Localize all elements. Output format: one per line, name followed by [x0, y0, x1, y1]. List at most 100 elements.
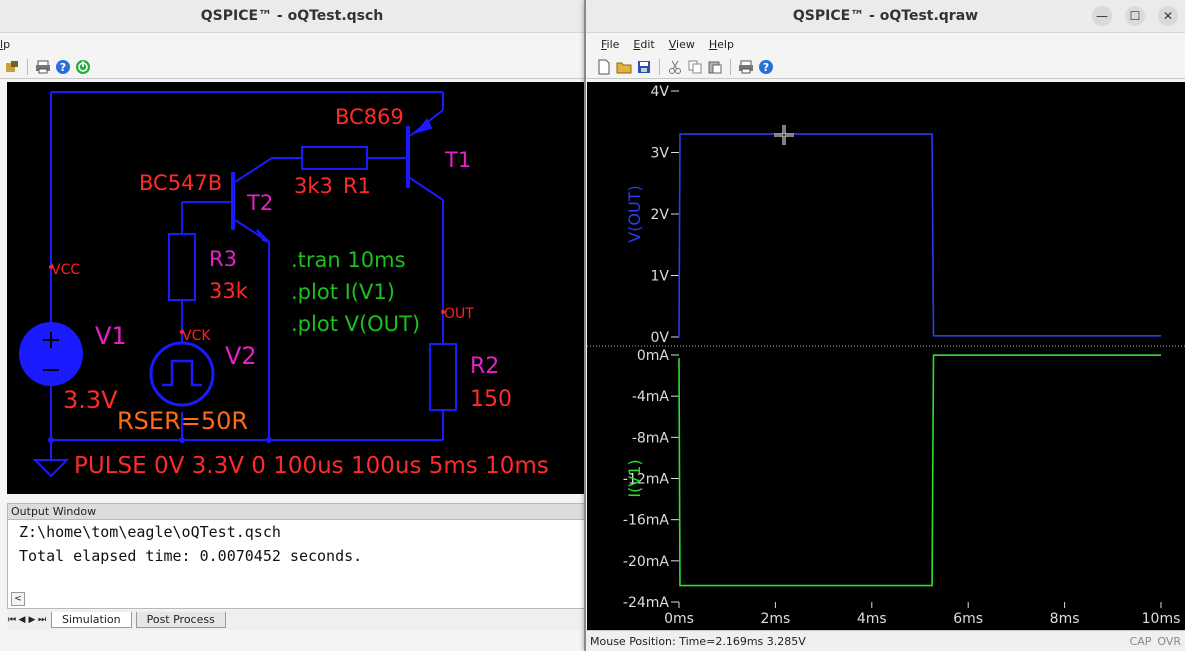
- directive-plot-current: .plot I(V1): [291, 280, 395, 304]
- svg-text:?: ?: [60, 61, 66, 74]
- output-line: Z:\home\tom\eagle\oQTest.qsch: [19, 523, 281, 541]
- ovr-indicator: OVR: [1157, 634, 1181, 648]
- tab-first-icon[interactable]: ⏮: [7, 615, 17, 625]
- y-axis-label[interactable]: I(V1): [625, 459, 644, 497]
- r3-resistor[interactable]: [168, 233, 196, 301]
- open-folder-icon[interactable]: [616, 59, 632, 75]
- y-tick-label: -8mA: [632, 430, 670, 446]
- r2-value-label: 150: [470, 387, 512, 412]
- v2-pulse-label: PULSE 0V 3.3V 0 100us 100us 5ms 10ms: [74, 453, 549, 479]
- series-line[interactable]: [678, 354, 1161, 587]
- y-tick-label: 0V: [651, 330, 670, 346]
- scroll-left-button[interactable]: <: [11, 592, 25, 606]
- t1-transistor[interactable]: [406, 109, 444, 201]
- schematic-menubar: lp: [0, 33, 584, 55]
- copy-icon[interactable]: [687, 59, 703, 75]
- waveform-plot-area[interactable]: 0V 1V 2V 3V 4V V(OUT) 0mA -4mA -8mA -12mA -16mA -2…: [587, 82, 1185, 630]
- x-tick-label: 4ms: [857, 611, 887, 627]
- toolbar-separator: [27, 58, 28, 75]
- y-tick-label: -16mA: [623, 513, 670, 529]
- v2-ref-label: V2: [225, 342, 257, 370]
- tab-simulation[interactable]: Simulation: [51, 612, 132, 628]
- tab-next-icon[interactable]: ▶: [27, 615, 37, 625]
- waveform-window: QSPICE™ - oQTest.qraw — ☐ ✕ File Edit Vi…: [585, 0, 1185, 651]
- menu-view[interactable]: View: [662, 38, 702, 51]
- t1-ref-label: T1: [444, 148, 471, 172]
- toolbar-separator: [659, 58, 660, 75]
- tab-last-icon[interactable]: ⏭: [37, 615, 47, 625]
- directive-tran: .tran 10ms: [291, 248, 406, 272]
- schematic-toolbar: ?: [0, 55, 584, 79]
- cap-indicator: CAP: [1129, 634, 1152, 648]
- maximize-button[interactable]: ☐: [1125, 6, 1145, 26]
- t2-ref-label: T2: [246, 191, 273, 215]
- r1-ref-label: R1: [343, 174, 371, 198]
- tab-post-process[interactable]: Post Process: [135, 612, 226, 628]
- menu-help[interactable]: Help: [702, 38, 741, 51]
- output-tabs: ⏮ ◀ ▶ ⏭ Simulation Post Process: [7, 610, 584, 630]
- x-tick-label: 2ms: [760, 611, 790, 627]
- out-net-label: OUT: [444, 306, 474, 322]
- output-window-title: Output Window: [8, 504, 584, 520]
- v2-rser-label: RSER=50R: [117, 407, 248, 435]
- new-file-icon[interactable]: [596, 59, 612, 75]
- r2-resistor[interactable]: [429, 343, 457, 411]
- y-tick-label: 2V: [651, 207, 670, 223]
- save-icon[interactable]: [636, 59, 652, 75]
- iv1-plot-pane: 0mA-4mA-8mA-12mA-16mA-20mA-24mAI(V1)0ms 2…: [623, 348, 1180, 627]
- schematic-window: QSPICE™ - oQTest.qsch lp ? BC869 T1 BC54…: [0, 0, 585, 651]
- svg-text:?: ?: [763, 61, 769, 74]
- y-tick-label: -4mA: [632, 389, 670, 405]
- cut-icon[interactable]: [667, 59, 683, 75]
- y-tick-label: 3V: [651, 146, 670, 162]
- close-button[interactable]: ✕: [1158, 6, 1178, 26]
- directive-plot-voltage: .plot V(OUT): [291, 312, 420, 336]
- schematic-canvas[interactable]: BC869 T1 BC547B T2 3k3 R1 R3 33k VCC VCK…: [7, 82, 584, 494]
- output-window: Output Window Z:\home\tom\eagle\oQTest.q…: [7, 503, 584, 609]
- help-icon[interactable]: ?: [758, 59, 774, 75]
- x-tick-label: 8ms: [1050, 611, 1080, 627]
- t2-model-label: BC547B: [139, 171, 222, 195]
- waveform-plots: 0V1V2V3V4VV(OUT) 0mA-4mA-8mA-12mA-16mA-2…: [587, 84, 1185, 627]
- r1-value-label: 3k3: [294, 174, 333, 198]
- vcc-net-label: VCC: [51, 262, 80, 278]
- crosshair-cursor-icon: [774, 125, 794, 145]
- paste-icon[interactable]: [707, 59, 723, 75]
- output-line: Total elapsed time: 0.0070452 seconds.: [19, 547, 363, 565]
- tab-prev-icon[interactable]: ◀: [17, 615, 27, 625]
- v1-ref-label: V1: [95, 322, 127, 350]
- mouse-position-readout: Mouse Position: Time=2.169ms 3.285V: [590, 634, 806, 648]
- print-icon[interactable]: [738, 59, 754, 75]
- y-tick-label: 1V: [651, 269, 670, 285]
- y-tick-label: 0mA: [637, 348, 670, 364]
- vout-plot-pane: 0V 1V 2V 3V 4V V(OUT): [625, 84, 1161, 346]
- waveform-toolbar: ?: [586, 55, 1185, 79]
- menu-file[interactable]: File: [594, 38, 626, 51]
- x-tick-label: 0ms: [664, 611, 694, 627]
- waveform-menubar: File Edit View Help: [586, 33, 1185, 55]
- r2-ref-label: R2: [470, 354, 499, 379]
- menu-edit[interactable]: Edit: [626, 38, 661, 51]
- print-icon[interactable]: [35, 59, 51, 75]
- y-tick-label: -24mA: [623, 595, 670, 611]
- r3-ref-label: R3: [209, 247, 237, 271]
- v2-pulse-source[interactable]: [149, 341, 215, 407]
- r3-value-label: 33k: [209, 279, 249, 303]
- x-tick-label: 10ms: [1142, 611, 1181, 627]
- run-simulation-icon[interactable]: [75, 59, 91, 75]
- v1-value-label: 3.3V: [63, 386, 118, 414]
- y-tick-label: 4V: [651, 84, 670, 100]
- minimize-button[interactable]: —: [1092, 6, 1112, 26]
- y-axis-label[interactable]: V(OUT): [625, 185, 644, 243]
- toolbar-separator: [730, 58, 731, 75]
- y-tick-label: -20mA: [623, 554, 670, 570]
- series-line[interactable]: [678, 133, 1161, 338]
- help-icon[interactable]: ?: [55, 59, 71, 75]
- schematic-drawing: BC869 T1 BC547B T2 3k3 R1 R3 33k VCC VCK…: [19, 91, 549, 479]
- x-tick-label: 6ms: [953, 611, 983, 627]
- ground-symbol: [32, 459, 70, 478]
- r1-resistor[interactable]: [301, 146, 368, 170]
- component-icon[interactable]: [4, 59, 20, 75]
- v1-source[interactable]: [19, 322, 83, 386]
- menu-help-fragment[interactable]: lp: [0, 38, 17, 51]
